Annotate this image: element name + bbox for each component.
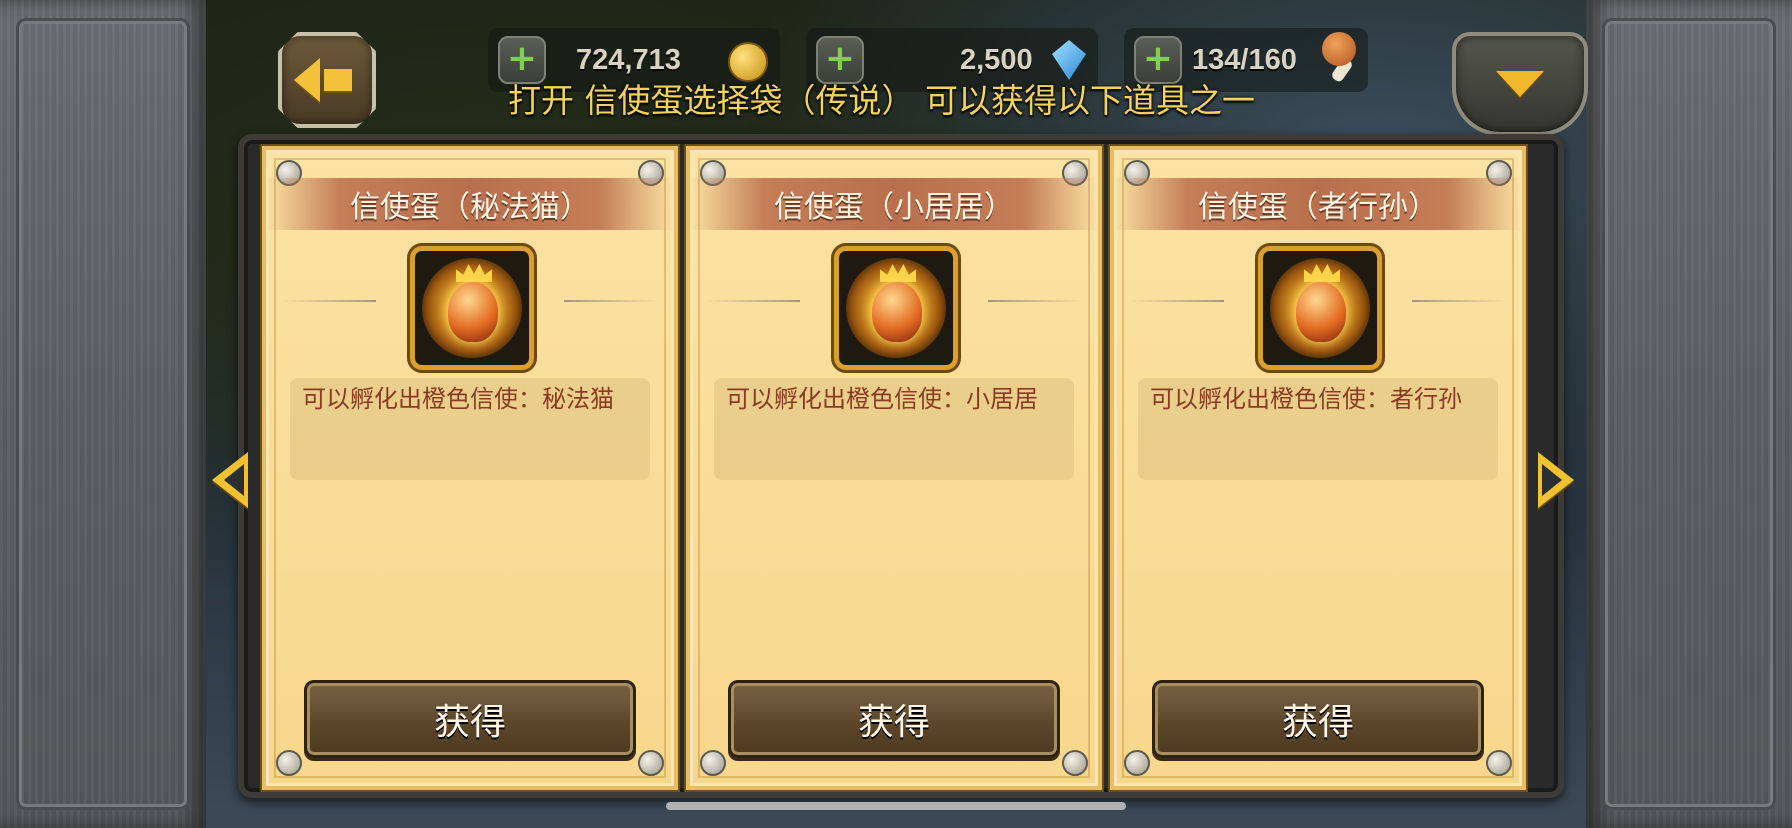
card-title: 信使蛋（者行孙） (1198, 190, 1438, 225)
option-card: 信使蛋（者行孙） 可以孵化出橙色信使：者行孙 获得 (1110, 146, 1526, 790)
page-title: 打开 信使蛋选择袋（传说） 可以获得以下道具之一 (508, 81, 1255, 120)
card-title: 信使蛋（秘法猫） (350, 190, 590, 225)
card-title: 信使蛋（小居居） (774, 190, 1014, 225)
obtain-button[interactable]: 获得 (304, 680, 636, 758)
home-indicator[interactable] (666, 802, 1126, 810)
option-card: 信使蛋（秘法猫） 可以孵化出橙色信使：秘法猫 获得 (262, 146, 678, 790)
card-title-band: 信使蛋（秘法猫） (266, 178, 674, 230)
card-title-band: 信使蛋（者行孙） (1114, 178, 1522, 230)
right-stone-pillar (1586, 0, 1792, 828)
card-description: 可以孵化出橙色信使：小居居 (714, 378, 1074, 480)
meat-icon (1322, 32, 1362, 84)
card-description: 可以孵化出橙色信使：秘法猫 (290, 378, 650, 480)
back-button[interactable] (278, 32, 376, 128)
back-arrow-icon (294, 58, 320, 102)
stamina-amount: 134/160 (1192, 43, 1297, 76)
left-stone-pillar (0, 0, 206, 828)
next-page-arrow[interactable] (1538, 452, 1574, 508)
gem-amount: 2,500 (960, 43, 1033, 76)
card-description: 可以孵化出橙色信使：者行孙 (1138, 378, 1498, 480)
obtain-button[interactable]: 获得 (728, 680, 1060, 758)
gold-amount: 724,713 (576, 43, 681, 76)
egg-icon (410, 246, 534, 370)
egg-icon (1258, 246, 1382, 370)
menu-dropdown-button[interactable] (1452, 32, 1588, 136)
option-card: 信使蛋（小居居） 可以孵化出橙色信使：小居居 获得 (686, 146, 1102, 790)
previous-page-arrow[interactable] (212, 452, 248, 508)
egg-icon (834, 246, 958, 370)
chevron-down-icon (1496, 71, 1544, 97)
card-title-band: 信使蛋（小居居） (690, 178, 1098, 230)
obtain-button[interactable]: 获得 (1152, 680, 1484, 758)
